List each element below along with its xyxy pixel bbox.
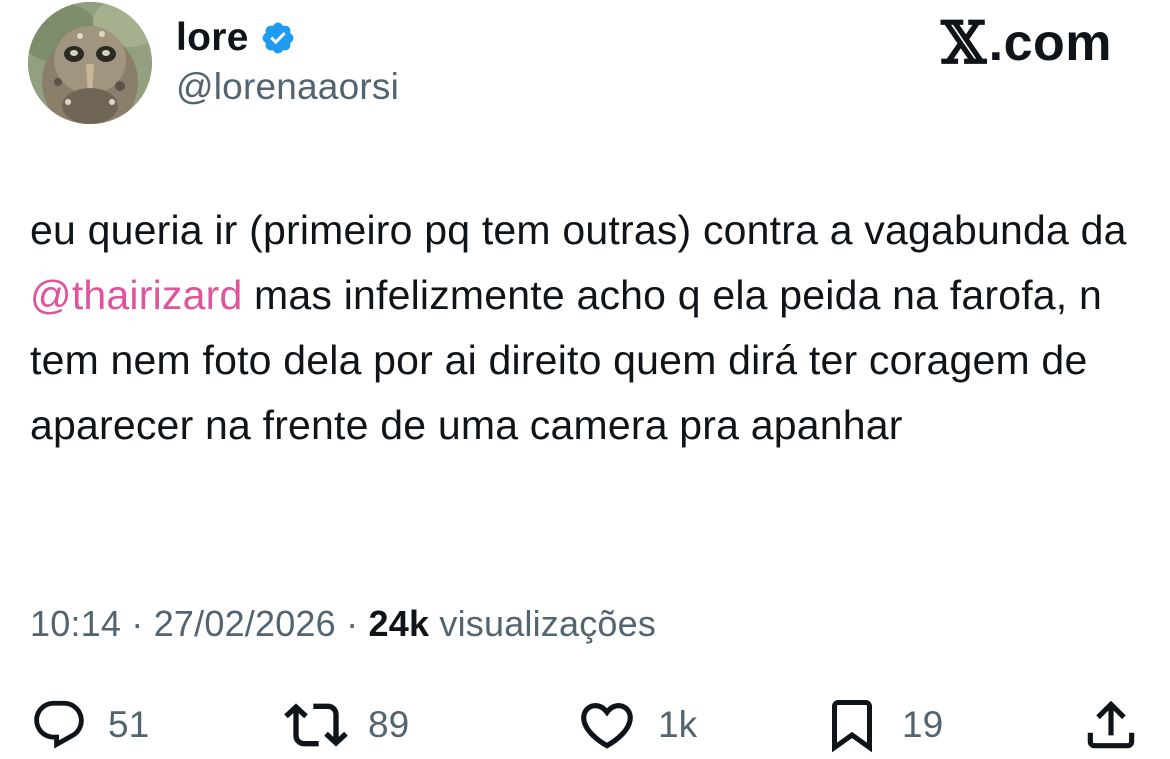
verified-badge-icon[interactable] bbox=[260, 20, 296, 56]
views-label: visualizações bbox=[439, 603, 657, 644]
repost-button[interactable]: 89 bbox=[284, 693, 409, 757]
avatar[interactable] bbox=[28, 2, 152, 124]
avatar-image bbox=[28, 2, 152, 124]
author-display-name[interactable]: lore bbox=[176, 16, 249, 60]
like-count: 1k bbox=[658, 704, 698, 745]
tweet-meta: 10:14 · 27/02/2026 · 24k visualizações bbox=[30, 603, 656, 645]
tweet-text: eu queria ir (primeiro pq tem outras) co… bbox=[30, 198, 1140, 458]
tweet-date[interactable]: 27/02/2026 bbox=[154, 603, 336, 644]
share-button[interactable] bbox=[1080, 693, 1142, 757]
bookmark-button[interactable]: 19 bbox=[822, 693, 943, 757]
like-button[interactable]: 1k bbox=[576, 693, 697, 757]
author-handle[interactable]: @lorenaaorsi bbox=[176, 66, 399, 108]
bookmark-icon bbox=[832, 700, 872, 753]
reply-count: 51 bbox=[108, 704, 150, 745]
share-icon bbox=[1087, 700, 1135, 749]
brand-suffix: .com bbox=[988, 14, 1112, 72]
tweet-time[interactable]: 10:14 bbox=[30, 603, 121, 644]
meta-separator: · bbox=[131, 603, 144, 644]
mention-link[interactable]: @thairizard bbox=[30, 272, 242, 318]
x-logo-icon: 𝕏 bbox=[941, 9, 987, 77]
reply-icon bbox=[34, 700, 84, 749]
x-com-logo: 𝕏 .com bbox=[941, 14, 1112, 72]
heart-icon bbox=[581, 703, 633, 749]
tweet-text-before: eu queria ir (primeiro pq tem outras) co… bbox=[30, 207, 1127, 253]
bookmark-count: 19 bbox=[902, 704, 944, 745]
views-count: 24k bbox=[368, 603, 430, 644]
meta-separator: · bbox=[346, 603, 359, 644]
repost-icon bbox=[284, 703, 348, 747]
author-name-row: lore bbox=[176, 12, 296, 64]
reply-button[interactable]: 51 bbox=[30, 693, 149, 757]
action-bar: 51 89 1k 19 bbox=[0, 693, 1170, 757]
repost-count: 89 bbox=[368, 704, 410, 745]
